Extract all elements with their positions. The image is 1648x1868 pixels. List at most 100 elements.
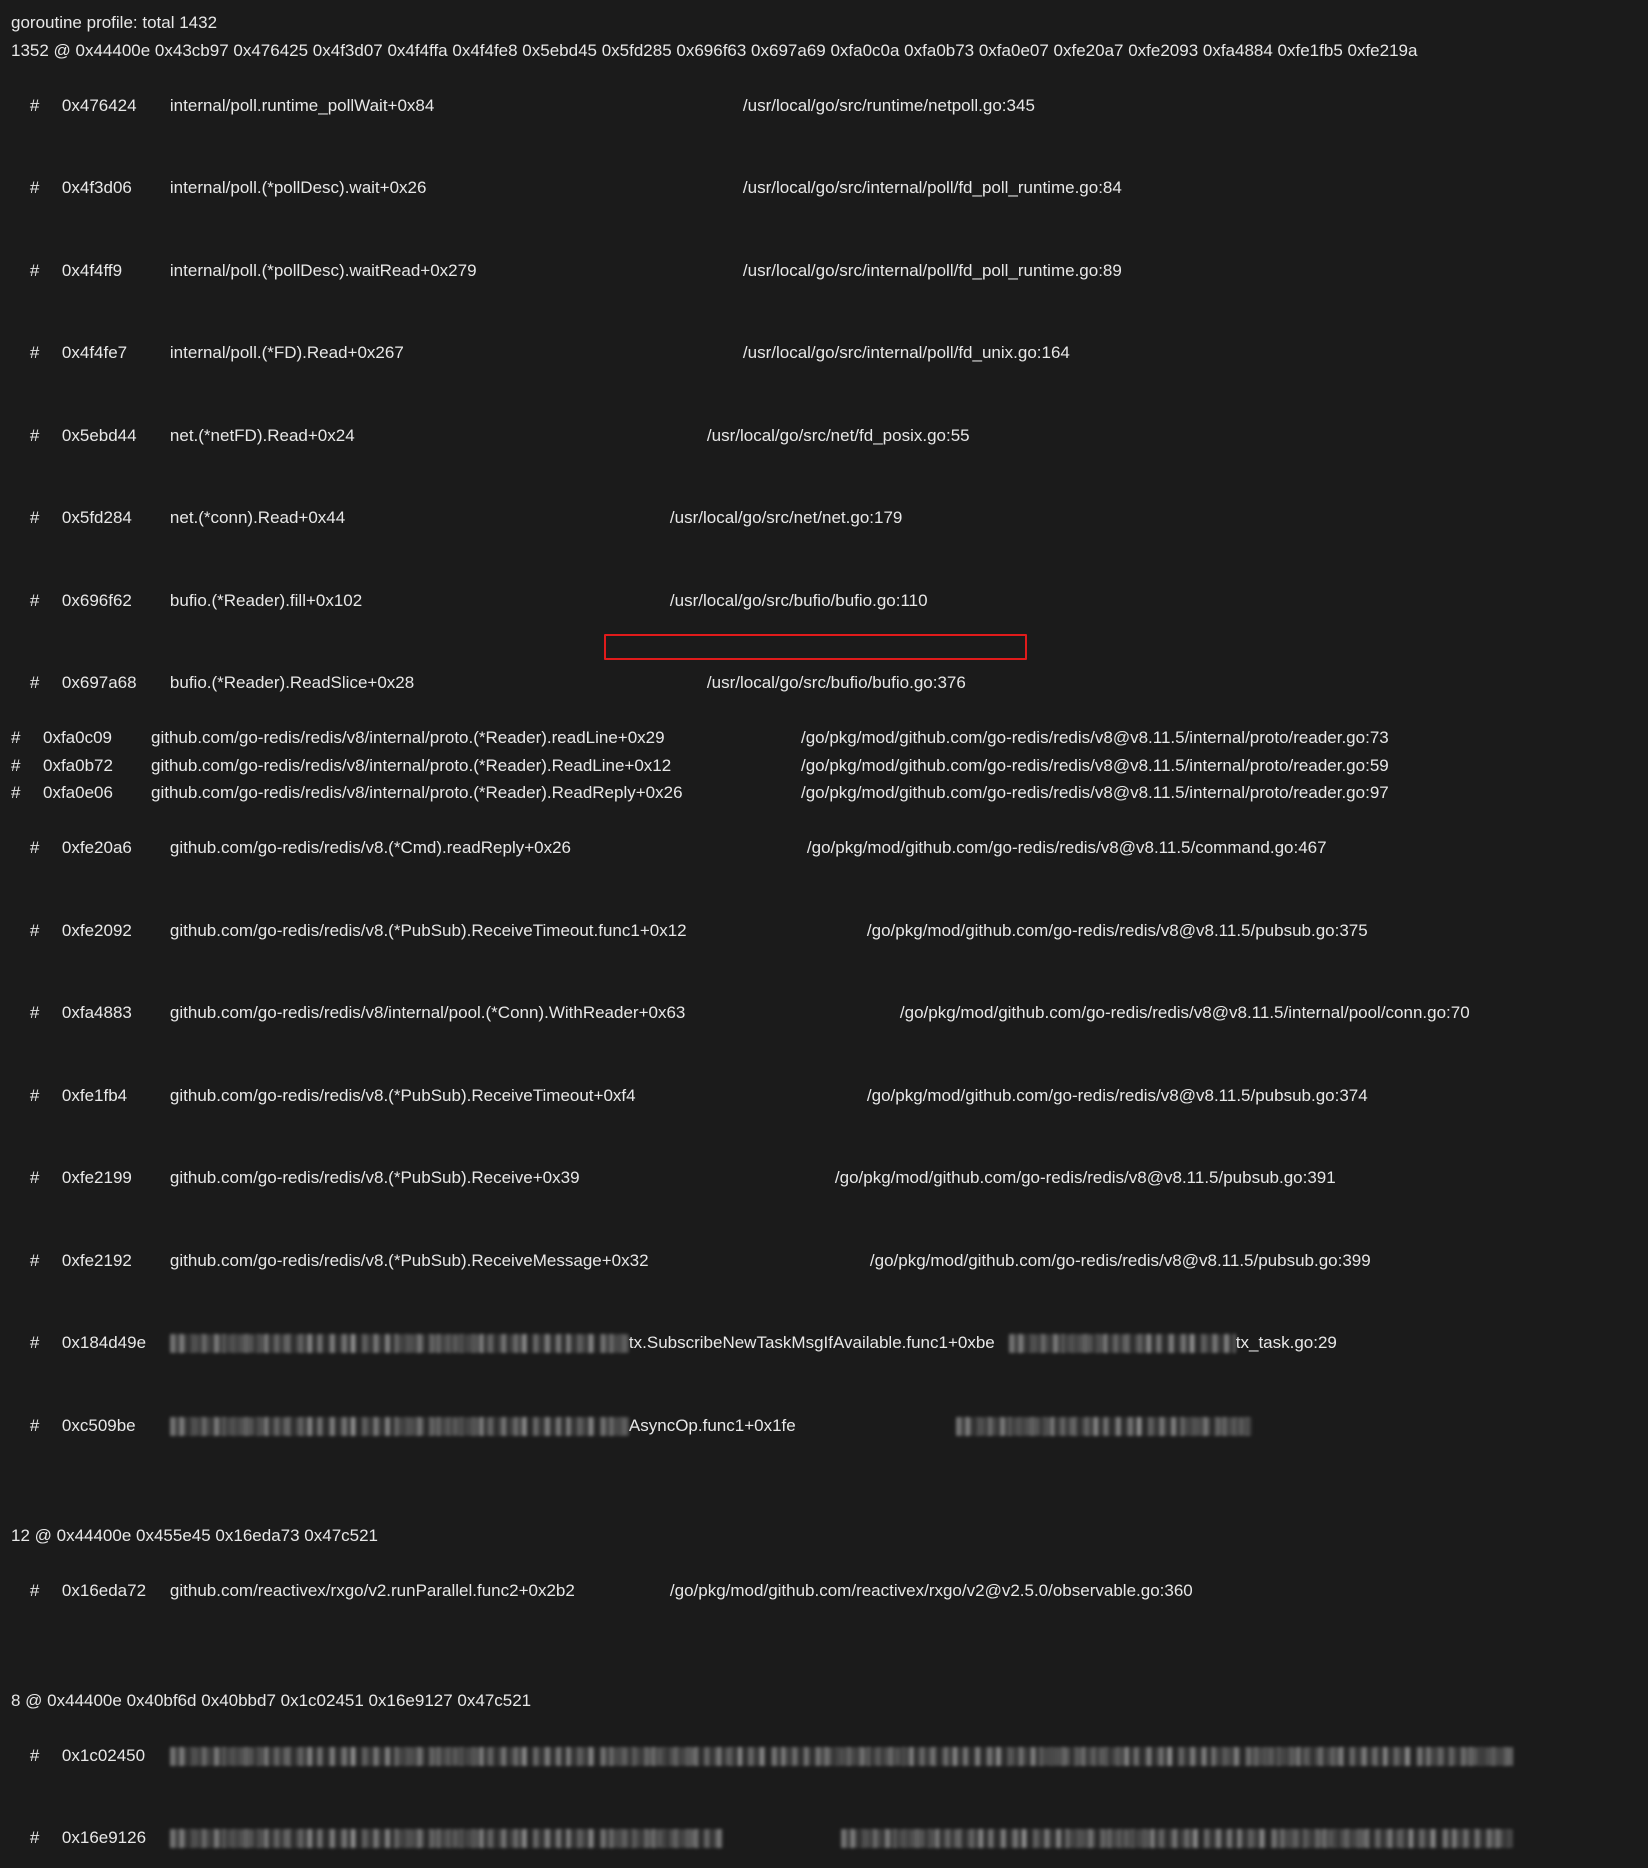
stack-frame-row: #0x4f4ff9internal/poll.(*pollDesc).waitR… (11, 229, 1648, 312)
frame-function: github.com/go-redis/redis/v8.(*PubSub).R… (170, 1082, 867, 1110)
frame-hash-marker: # (30, 504, 62, 532)
redacted-package-path (170, 1334, 629, 1353)
stack-frame-row-redacted-highlighted: #0x184d49e tx.SubscribeNewTaskMsgIfAvaila… (11, 1302, 1648, 1385)
stack-frame-row: #0x5fd284net.(*conn).Read+0x44/usr/local… (11, 477, 1648, 560)
frame-address: 0xfe2199 (62, 1164, 170, 1192)
spacer (11, 1632, 1648, 1660)
stack-frame-row: #0xfa0c09github.com/go-redis/redis/v8/in… (11, 724, 1641, 752)
frame-address: 0x1c02450 (62, 1742, 170, 1770)
frame-source-location: /usr/local/go/src/runtime/netpoll.go:345 (743, 92, 1035, 120)
frame-hash-marker: # (30, 834, 62, 862)
frame-address: 0xc509be (62, 1412, 170, 1440)
frame-source-location: /go/pkg/mod/github.com/go-redis/redis/v8… (807, 834, 1327, 862)
redacted-source-path (841, 1829, 1513, 1848)
redacted-frame-text (170, 1747, 1513, 1766)
frame-source-location: /usr/local/go/src/net/fd_posix.go:55 (707, 422, 970, 450)
stack-frame-row: #0xfa0b72github.com/go-redis/redis/v8/in… (11, 752, 1641, 780)
frame-address: 0xfe1fb4 (62, 1082, 170, 1110)
frame-address: 0x4f3d06 (62, 174, 170, 202)
stack-count-line: 1352 @ 0x44400e 0x43cb97 0x476425 0x4f3d… (11, 37, 1641, 65)
stack-frame-row-redacted: #0x1c02450 (11, 1714, 1648, 1797)
stack-frame-row-redacted: #0x16e9126 (11, 1797, 1648, 1868)
frame-address: 0x184d49e (62, 1329, 170, 1357)
frame-address: 0x697a68 (62, 669, 170, 697)
frame-hash-marker: # (30, 1082, 62, 1110)
frame-address: 0xfe20a6 (62, 834, 170, 862)
frame-address: 0xfe2192 (62, 1247, 170, 1275)
frame-hash-marker: # (30, 999, 62, 1027)
frame-source-location: /usr/local/go/src/net/net.go:179 (670, 504, 902, 532)
stack-frame-row: #0xfe2192github.com/go-redis/redis/v8.(*… (11, 1219, 1648, 1302)
frame-address: 0x4f4fe7 (62, 339, 170, 367)
frame-function: internal/poll.(*pollDesc).wait+0x26 (170, 174, 743, 202)
frame-address: 0x4f4ff9 (62, 257, 170, 285)
frame-function: net.(*conn).Read+0x44 (170, 504, 670, 532)
frame-function-highlighted: tx.SubscribeNewTaskMsgIfAvailable.func1+… (629, 1329, 995, 1357)
frame-hash-marker: # (30, 257, 62, 285)
frame-source-location: /usr/local/go/src/internal/poll/fd_poll_… (743, 257, 1122, 285)
frame-address: 0x16e9126 (62, 1824, 170, 1852)
frame-hash-marker: # (11, 752, 43, 780)
frame-hash-marker: # (30, 1164, 62, 1192)
frame-function: bufio.(*Reader).fill+0x102 (170, 587, 670, 615)
stack-count-line: 12 @ 0x44400e 0x455e45 0x16eda73 0x47c52… (11, 1522, 1648, 1550)
frame-address: 0x5ebd44 (62, 422, 170, 450)
frame-function: github.com/go-redis/redis/v8/internal/pr… (151, 724, 801, 752)
frame-hash-marker: # (30, 669, 62, 697)
frame-hash-marker: # (30, 1824, 62, 1852)
stack-frame-row: #0x5ebd44net.(*netFD).Read+0x24/usr/loca… (11, 394, 1648, 477)
frame-function: github.com/go-redis/redis/v8/internal/pr… (151, 779, 801, 807)
stack-frame-row-redacted: #0xc509be AsyncOp.func1+0x1fe (11, 1384, 1648, 1467)
frame-hash-marker: # (11, 779, 43, 807)
frame-function: github.com/go-redis/redis/v8.(*PubSub).R… (170, 917, 867, 945)
frame-source-location: /go/pkg/mod/github.com/go-redis/redis/v8… (867, 1082, 1368, 1110)
frame-hash-marker: # (30, 339, 62, 367)
spacer (11, 1467, 1648, 1495)
frame-source-location: /go/pkg/mod/github.com/go-redis/redis/v8… (870, 1247, 1371, 1275)
frame-hash-marker: # (30, 1247, 62, 1275)
frame-hash-marker: # (30, 917, 62, 945)
frame-hash-marker: # (30, 1412, 62, 1440)
frame-source-location: /go/pkg/mod/github.com/go-redis/redis/v8… (867, 917, 1368, 945)
frame-function: github.com/go-redis/redis/v8.(*PubSub).R… (170, 1247, 870, 1275)
frame-hash-marker: # (30, 422, 62, 450)
frame-hash-marker: # (30, 1577, 62, 1605)
frame-source-location: /usr/local/go/src/internal/poll/fd_unix.… (743, 339, 1070, 367)
stack-frame-row: #0xfe1fb4github.com/go-redis/redis/v8.(*… (11, 1054, 1648, 1137)
frame-function: internal/poll.runtime_pollWait+0x84 (170, 92, 743, 120)
goroutine-profile-output: goroutine profile: total 1432 1352 @ 0x4… (0, 0, 1648, 934)
frame-hash-marker: # (11, 724, 43, 752)
stack-frame-row: #0x4f4fe7internal/poll.(*FD).Read+0x267/… (11, 312, 1648, 395)
stack-frame-row: #0x16eda72github.com/reactivex/rxgo/v2.r… (11, 1549, 1648, 1632)
frame-function: AsyncOp.func1+0x1fe (629, 1412, 796, 1440)
frame-function: internal/poll.(*pollDesc).waitRead+0x279 (170, 257, 743, 285)
profile-header: goroutine profile: total 1432 (11, 9, 1648, 37)
stack-count-line: 8 @ 0x44400e 0x40bf6d 0x40bbd7 0x1c02451… (11, 1687, 1648, 1715)
stack-frame-row: #0xfe20a6github.com/go-redis/redis/v8.(*… (11, 807, 1648, 890)
stack-frame-row: #0xfe2199github.com/go-redis/redis/v8.(*… (11, 1137, 1648, 1220)
frame-address: 0xfa0b72 (43, 752, 151, 780)
stack-frame-row: #0xfa0e06github.com/go-redis/redis/v8/in… (11, 779, 1641, 807)
stack-frame-row: #0xfe2092github.com/go-redis/redis/v8.(*… (11, 889, 1648, 972)
frame-function: net.(*netFD).Read+0x24 (170, 422, 707, 450)
stack-frame-row: #0xfa4883github.com/go-redis/redis/v8/in… (11, 972, 1648, 1055)
frame-hash-marker: # (30, 1329, 62, 1357)
spacer (11, 1494, 1648, 1522)
redacted-source-path (1009, 1334, 1236, 1353)
frame-source-location: /go/pkg/mod/github.com/go-redis/redis/v8… (835, 1164, 1336, 1192)
frame-source-location: /go/pkg/mod/github.com/go-redis/redis/v8… (900, 999, 1470, 1027)
redacted-source-path (956, 1417, 1252, 1436)
frame-function: github.com/go-redis/redis/v8.(*PubSub).R… (170, 1164, 835, 1192)
stack-frame-row: #0x476424internal/poll.runtime_pollWait+… (11, 64, 1648, 147)
stack-frame-row: #0x4f3d06internal/poll.(*pollDesc).wait+… (11, 147, 1648, 230)
frame-function: github.com/go-redis/redis/v8.(*Cmd).read… (170, 834, 807, 862)
frame-source-location: /go/pkg/mod/github.com/go-redis/redis/v8… (801, 752, 1389, 780)
frame-source-location: /usr/local/go/src/internal/poll/fd_poll_… (743, 174, 1122, 202)
frame-address: 0xfe2092 (62, 917, 170, 945)
frame-function: bufio.(*Reader).ReadSlice+0x28 (170, 669, 707, 697)
redacted-function-text (170, 1829, 723, 1848)
frame-function: github.com/reactivex/rxgo/v2.runParallel… (170, 1577, 670, 1605)
frame-function: internal/poll.(*FD).Read+0x267 (170, 339, 743, 367)
frame-address: 0xfa0e06 (43, 779, 151, 807)
frame-source-location: /usr/local/go/src/bufio/bufio.go:110 (670, 587, 928, 615)
